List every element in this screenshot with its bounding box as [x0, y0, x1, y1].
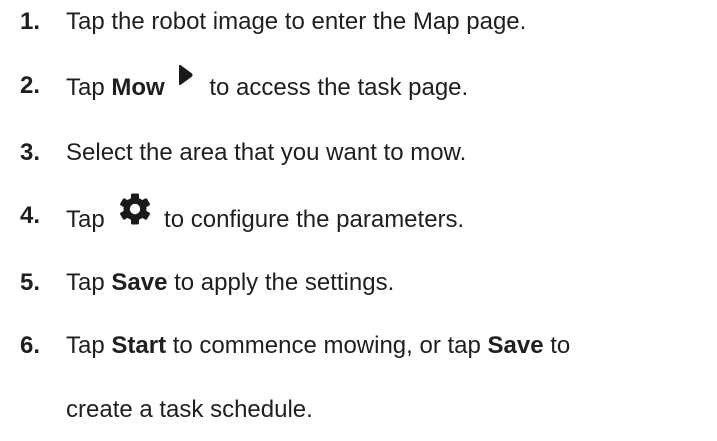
step-text-pre: Tap [66, 205, 112, 233]
mow-label: Mow [111, 74, 165, 101]
step-4: 4. Tap to configure the parameters. [20, 193, 710, 236]
step-number: 4. [20, 202, 41, 229]
step-number: 1. [20, 8, 41, 35]
step-text: Tap the robot image to enter the Map pag… [66, 8, 527, 35]
step-1: 1. Tap the robot image to enter the Map … [20, 2, 710, 42]
step-text-pre: Tap [66, 74, 112, 101]
step-text-pre: Tap [66, 269, 112, 296]
step-text-pre: Tap [66, 332, 112, 359]
step-6-continuation: create a task schedule. [66, 396, 313, 423]
step-text-post: to access the task page. [202, 74, 469, 101]
step-text-post: to configure the parameters. [157, 205, 465, 233]
start-label: Start [111, 332, 167, 359]
step-text: Tap to configure the parameters. [66, 193, 464, 240]
step-2: 2. Tap Mow to access the task page. [20, 64, 710, 108]
gear-icon [119, 193, 151, 225]
step-text-post: to apply the settings. [167, 269, 395, 296]
step-5: 5. Tap Save to apply the settings. [20, 263, 710, 303]
step-number: 3. [20, 139, 41, 166]
step-text: Tap Save to apply the settings. [66, 263, 394, 303]
save-label: Save [111, 269, 168, 296]
play-icon [178, 64, 193, 86]
save-label: Save [487, 332, 544, 359]
step-text-mid: to commence mowing, or tap [166, 332, 488, 359]
step-text: Select the area that you want to mow. [66, 139, 467, 166]
step-3: 3. Select the area that you want to mow. [20, 133, 710, 173]
instruction-list: 1. Tap the robot image to enter the Map … [20, 0, 710, 441]
step-number: 2. [20, 72, 41, 99]
step-number: 6. [20, 332, 41, 359]
step-text: Tap Mow to access the task page. [66, 64, 468, 108]
step-text: Tap Start to commence mowing, or tap Sav… [66, 326, 570, 366]
step-text-post: to [543, 332, 571, 359]
step-6: 6. Tap Start to commence mowing, or tap … [20, 326, 710, 366]
step-number: 5. [20, 269, 41, 296]
